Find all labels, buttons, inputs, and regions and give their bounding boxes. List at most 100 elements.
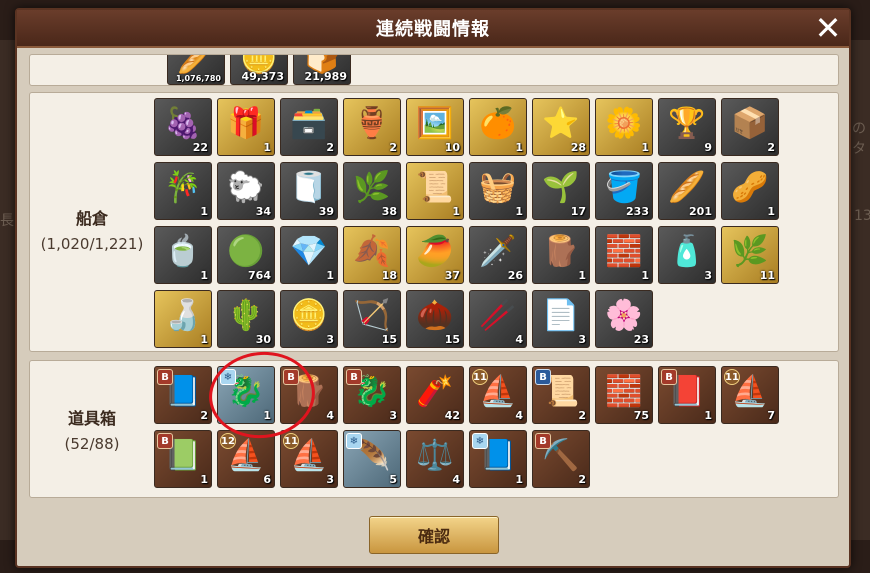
item-slot[interactable]: 🍂 18 (343, 226, 401, 284)
item-slot[interactable]: 📜 B 2 (532, 366, 590, 424)
item-slot[interactable]: 🐑 34 (217, 162, 275, 220)
close-button[interactable]: ✕ (811, 12, 845, 46)
item-quantity: 1 (641, 141, 649, 154)
item-quantity: 10 (444, 141, 460, 154)
item-slot[interactable]: 🥭 37 (406, 226, 464, 284)
item-slot[interactable]: 🏺 2 (343, 98, 401, 156)
item-slot[interactable]: 🍊 1 (469, 98, 527, 156)
item-slot[interactable]: 🏆 9 (658, 98, 716, 156)
item-slot[interactable]: 🌼 1 (595, 98, 653, 156)
item-quantity: 2 (578, 473, 586, 486)
background-text-right-top: のタ (852, 121, 866, 157)
noodle-basket-icon: 🧺 (479, 170, 517, 205)
item-quantity: 1 (515, 141, 523, 154)
item-slot[interactable]: 📦 2 (721, 98, 779, 156)
item-slot[interactable]: 🪵 1 (532, 226, 590, 284)
item-slot[interactable]: 🥜 1 (721, 162, 779, 220)
item-slot[interactable]: 📄 3 (532, 290, 590, 348)
item-quantity: 38 (381, 205, 397, 218)
item-slot[interactable]: 🟢 764 (217, 226, 275, 284)
toolbox-grid: 📘 B 2 🐉 ❄ 1 🪵 B 4 🐉 B 3 🧨 42 ⛵ 11 4 📜 B 2 🧱 75 📕 B 1 ⛵ 11 7 📗 B 1 ⛵ 12 6 ⛵… (154, 366, 779, 488)
item-slot[interactable]: 🌿 38 (343, 162, 401, 220)
mango-icon: 🥭 (416, 234, 454, 269)
sake-bottle-icon: 🍶 (164, 298, 202, 333)
item-quantity: 15 (444, 333, 460, 346)
spears-icon: 🥢 (479, 298, 517, 333)
cannon-icon: 🧨 (416, 374, 454, 409)
item-quantity: 15 (381, 333, 397, 346)
item-slot[interactable]: 🍇 22 (154, 98, 212, 156)
item-slot[interactable]: 📕 B 1 (658, 366, 716, 424)
item-slot[interactable]: 📗 B 1 (154, 430, 212, 488)
item-slot[interactable]: 🗃️ 2 (280, 98, 338, 156)
item-quantity: 42 (444, 409, 460, 422)
scroll-painting-icon: 📜 (416, 170, 454, 205)
item-slot[interactable]: 🎁 1 (217, 98, 275, 156)
item-quantity: 1 (200, 269, 208, 282)
item-slot[interactable]: 🍞 21,989 (293, 55, 351, 85)
item-slot[interactable]: 🧻 39 (280, 162, 338, 220)
item-slot[interactable]: 🪙 49,373 (230, 55, 288, 85)
item-slot[interactable]: 💎 1 (280, 226, 338, 284)
item-slot[interactable]: ⛵ 11 7 (721, 366, 779, 424)
item-slot[interactable]: 🖼️ 10 (406, 98, 464, 156)
item-slot[interactable]: ⛵ 11 4 (469, 366, 527, 424)
item-slot[interactable]: 🥖 1,076,780 (167, 55, 225, 85)
item-slot[interactable]: 🥖 201 (658, 162, 716, 220)
item-slot[interactable]: 🗡️ 26 (469, 226, 527, 284)
item-slot[interactable]: 🪙 3 (280, 290, 338, 348)
item-slot[interactable]: 🌿 11 (721, 226, 779, 284)
item-slot[interactable]: 🏹 15 (343, 290, 401, 348)
item-slot[interactable]: 🌸 23 (595, 290, 653, 348)
item-slot[interactable]: ⛏️ B 2 (532, 430, 590, 488)
item-slot[interactable]: ⛵ 12 6 (217, 430, 275, 488)
item-slot[interactable]: 🪶 ❄ 5 (343, 430, 401, 488)
item-quantity: 28 (570, 141, 586, 154)
dark-seeds-icon: 🌰 (416, 298, 454, 333)
item-slot[interactable]: 🧱 1 (595, 226, 653, 284)
item-slot[interactable]: 🎋 1 (154, 162, 212, 220)
item-slot[interactable]: 🧴 3 (658, 226, 716, 284)
wood-crate-icon: 📦 (731, 106, 769, 141)
item-slot[interactable]: 📜 1 (406, 162, 464, 220)
item-slot[interactable]: 🧺 1 (469, 162, 527, 220)
grade-badge: 11 (283, 433, 299, 449)
item-slot[interactable]: 🐉 B 3 (343, 366, 401, 424)
item-slot[interactable]: 🌰 15 (406, 290, 464, 348)
grade-badge: 12 (220, 433, 236, 449)
seeds-icon: 🥜 (731, 170, 769, 205)
item-slot[interactable]: 🌵 30 (217, 290, 275, 348)
item-quantity: 1,076,780 (175, 74, 221, 83)
grade-badge: B (535, 433, 551, 449)
item-slot[interactable]: 📘 ❄ 1 (469, 430, 527, 488)
item-slot[interactable]: 🥢 4 (469, 290, 527, 348)
grade-badge: B (535, 369, 551, 385)
wooden-bucket-icon: 🪣 (605, 170, 643, 205)
item-slot[interactable]: 🪵 B 4 (280, 366, 338, 424)
orange-icon: 🍊 (479, 106, 517, 141)
item-slot[interactable]: ⚖️ 4 (406, 430, 464, 488)
item-quantity: 9 (704, 141, 712, 154)
grade-badge: ❄ (346, 433, 362, 449)
item-slot[interactable]: 🐉 ❄ 1 (217, 366, 275, 424)
item-slot[interactable]: 🌱 17 (532, 162, 590, 220)
item-slot[interactable]: ⛵ 11 3 (280, 430, 338, 488)
item-quantity: 21,989 (304, 70, 347, 83)
item-slot[interactable]: ⭐ 28 (532, 98, 590, 156)
item-quantity: 1 (515, 473, 523, 486)
item-quantity: 1 (263, 141, 271, 154)
item-quantity: 23 (633, 333, 649, 346)
item-slot[interactable]: 🧨 42 (406, 366, 464, 424)
item-slot[interactable]: 🍶 1 (154, 290, 212, 348)
bamboo-icon: 🎋 (164, 170, 202, 205)
item-quantity: 75 (633, 409, 649, 422)
item-quantity: 3 (389, 409, 397, 422)
item-slot[interactable]: 📘 B 2 (154, 366, 212, 424)
item-slot[interactable]: 🍵 1 (154, 226, 212, 284)
confirm-button[interactable]: 確認 (369, 516, 499, 554)
grade-badge: B (157, 433, 173, 449)
item-quantity: 2 (389, 141, 397, 154)
item-slot[interactable]: 🪣 233 (595, 162, 653, 220)
item-slot[interactable]: 🧱 75 (595, 366, 653, 424)
item-quantity: 764 (248, 269, 271, 282)
